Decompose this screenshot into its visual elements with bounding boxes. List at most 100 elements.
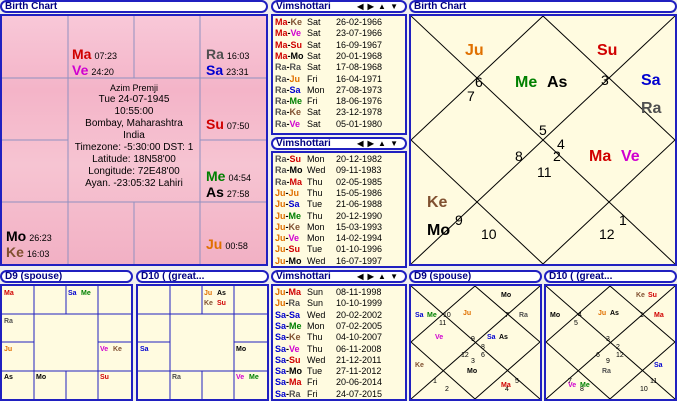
dasha-row[interactable]: Sa-Mo Tue 27-11-2012 — [275, 366, 381, 377]
d10-north-body[interactable]: 3 2 1 12 11 10 9 8 7 6 5 4 Ju As Ke Su Ma Sa Ra Ve Me Mo — [544, 284, 677, 401]
dasha-period: Sa-Ma — [275, 377, 307, 388]
planet-mo: Mo — [550, 312, 561, 319]
vimshottari-header-3[interactable]: Vimshottari ◀ ▶ ▲ ▼ — [271, 270, 407, 283]
nav-arrows-1[interactable]: ◀ ▶ ▲ ▼ — [357, 2, 399, 11]
planet-su: Su — [217, 300, 226, 307]
planet-name: Su — [206, 116, 224, 132]
house-number: 6 — [475, 74, 483, 90]
house-number: 2 — [445, 386, 449, 393]
dasha-date: 06-11-2008 — [336, 343, 382, 354]
dasha-row[interactable]: Ju-Ma Sun 08-11-1998 — [275, 287, 381, 298]
dasha-row[interactable]: Ra-Ju Fri 16-04-1971 — [275, 74, 382, 85]
north-chart-panel: Birth Chart 5 Me As 4 Su 3 Sa Ra 2 Ma Ve 1 12 11 10 9 Ke… — [409, 0, 677, 266]
planet-degree: 07:23 — [94, 51, 117, 61]
planet-sa: Sa — [140, 346, 149, 353]
dasha-row[interactable]: Ra-Ke Sat 23-12-1978 — [275, 107, 382, 118]
dasha-date: 18-06-1976 — [336, 96, 383, 107]
dasha-lord: Sa — [275, 388, 287, 399]
d10-north-header[interactable]: D10 ( (great... — [544, 270, 677, 283]
dasha-lord: Ju — [275, 187, 286, 198]
dasha-row[interactable]: Sa-Ma Fri 20-06-2014 — [275, 377, 382, 388]
dasha-date: 16-07-1997 — [336, 255, 383, 266]
dasha-lord: Ma — [275, 28, 288, 39]
north-chart-title: Birth Chart — [414, 1, 467, 12]
dasha-day: Mon — [307, 221, 325, 232]
dasha-date: 26-02-1966 — [336, 17, 383, 27]
dasha-row[interactable]: Sa-Su Wed 21-12-2011 — [275, 355, 381, 366]
house-number: 4 — [578, 312, 582, 319]
dasha-row[interactable]: Ma-Ke Sat 26-02-1966 — [275, 17, 382, 28]
dasha-period: Sa-Sa — [275, 310, 307, 321]
nav-arrows-2[interactable]: ◀ ▶ ▲ ▼ — [357, 139, 399, 148]
planet-degree: 00:58 — [225, 241, 248, 251]
dasha-table-2: Ra-Su Mon 20-12-1982 Ra-Mo Wed 09-11-1983 Ra-M… — [271, 151, 407, 268]
dasha-period: Ra-Ra — [275, 62, 307, 73]
d9-south-lines — [2, 286, 131, 399]
planet-name: Mo — [6, 228, 27, 244]
dasha-day: Sat — [307, 28, 321, 39]
planet-mo: Mo 26:23 — [6, 228, 52, 244]
dasha-row[interactable]: Ra-Me Fri 18-06-1976 — [275, 96, 382, 107]
dasha-day: Tue — [307, 199, 323, 210]
planet-ve: Ve — [621, 148, 640, 165]
birth-detail-line: Tue 24-07-1945 — [98, 94, 170, 105]
bhukti-lord: Me — [289, 96, 303, 107]
dasha-period: Ra-Ju — [275, 74, 307, 85]
dasha-period: Ju-Ju — [275, 188, 307, 199]
dasha-row[interactable]: Ju-Ve Mon 14-02-1994 — [275, 233, 382, 244]
d10-south-header[interactable]: D10 ( (great... — [136, 270, 269, 283]
dasha-row[interactable]: Ma-Mo Sat 20-01-1968 — [275, 51, 382, 62]
north-chart-header[interactable]: Birth Chart — [409, 0, 677, 13]
dasha-row[interactable]: Ra-Mo Wed 09-11-1983 — [275, 165, 381, 176]
house-number: 11 — [537, 164, 552, 180]
north-chart-body[interactable]: 5 Me As 4 Su 3 Sa Ra 2 Ma Ve 1 12 11 10 9 Ke Mo 8 7 6 Ju — [409, 14, 677, 266]
d9-south-header[interactable]: D9 (spouse) — [0, 270, 133, 283]
dasha-row[interactable]: Ma-Su Sat 16-09-1967 — [275, 40, 382, 51]
dasha-row[interactable]: Ma-Ve Sat 23-07-1966 — [275, 28, 382, 39]
dasha-row[interactable]: Ju-Mo Wed 16-07-1997 — [275, 256, 382, 267]
dasha-lord: Ra — [275, 84, 287, 95]
bhukti-lord: Ke — [289, 332, 301, 343]
dasha-row[interactable]: Ju-Sa Tue 21-06-1988 — [275, 199, 382, 210]
bhukti-lord: Ra — [289, 62, 302, 73]
vimshottari-header-1[interactable]: Vimshottari ◀ ▶ ▲ ▼ — [271, 0, 407, 13]
birth-detail-line: Azim Premji — [109, 83, 158, 93]
dasha-row[interactable]: Ju-Ra Sun 10-10-1999 — [275, 298, 382, 309]
nav-arrows-3[interactable]: ◀ ▶ ▲ ▼ — [357, 272, 399, 281]
planet-me: Me — [427, 312, 437, 319]
d9-north-header[interactable]: D9 (spouse) — [409, 270, 542, 283]
planet-name: Sa — [206, 62, 224, 78]
house-number: 10 — [640, 386, 648, 393]
dasha-row[interactable]: Ra-Ra Sat 17-08-1968 — [275, 62, 382, 73]
dasha-row[interactable]: Ra-Ve Sat 05-01-1980 — [275, 119, 382, 130]
d9-north-body[interactable]: 9 8 7 6 5 4 3 2 1 12 11 10 Ju Mo Ra Sa As Ma Mo Ke Ve Sa Me — [409, 284, 542, 401]
dasha-lord: Ra — [275, 96, 287, 107]
dasha-row[interactable]: Ju-Ju Thu 15-05-1986 — [275, 188, 382, 199]
dasha-row[interactable]: Sa-Me Mon 07-02-2005 — [275, 321, 382, 332]
dasha-lord: Ra — [275, 165, 287, 176]
dasha-day: Tue — [307, 244, 323, 255]
dasha-date: 09-11-1983 — [336, 165, 382, 176]
d9-south-grid[interactable]: Ma Sa Me Ra Ju Ve Ke As Mo Su — [0, 284, 133, 401]
dasha-row[interactable]: Ra-Su Mon 20-12-1982 — [275, 154, 382, 165]
dasha-row[interactable]: Ra-Sa Mon 27-08-1973 — [275, 85, 382, 96]
dasha-day: Fri — [307, 388, 318, 399]
birth-chart-grid[interactable]: Ma 07:23 Ve 24:20 Ra 16:03 Sa 23:31 Su 07:50 Me 04:… — [0, 14, 268, 266]
dasha-row[interactable]: Sa-Sa Wed 20-02-2002 — [275, 310, 382, 321]
planet-su: Su 07:50 — [206, 116, 249, 132]
birth-chart-header[interactable]: Birth Chart — [0, 0, 268, 13]
dasha-row[interactable]: Ju-Me Thu 20-12-1990 — [275, 211, 382, 222]
birth-chart-panel: Birth Chart Ma 07:23 Ve 24:20 Ra 16:03 Sa 23:31… — [0, 0, 268, 266]
dasha-row[interactable]: Ju-Ke Mon 15-03-1993 — [275, 222, 382, 233]
planet-ve: Ve — [236, 374, 245, 381]
vimshottari-header-2[interactable]: Vimshottari ◀ ▶ ▲ ▼ — [271, 137, 407, 150]
d10-south-grid[interactable]: Ju As Ke Su Sa Mo Ra Ve Me — [136, 284, 269, 401]
planet-name: Ra — [206, 46, 224, 62]
dasha-row[interactable]: Sa-Ve Thu 06-11-2008 — [275, 344, 381, 355]
planet-name: As — [206, 184, 224, 200]
dasha-row[interactable]: Sa-Ke Thu 04-10-2007 — [275, 332, 382, 343]
dasha-row[interactable]: Ra-Ma Thu 02-05-1985 — [275, 177, 382, 188]
dasha-row[interactable]: Sa-Ra Fri 24-07-2015 — [275, 389, 382, 400]
dasha-row[interactable]: Ju-Su Tue 01-10-1996 — [275, 244, 382, 255]
d10-south-title: D10 ( (great... — [141, 271, 205, 282]
